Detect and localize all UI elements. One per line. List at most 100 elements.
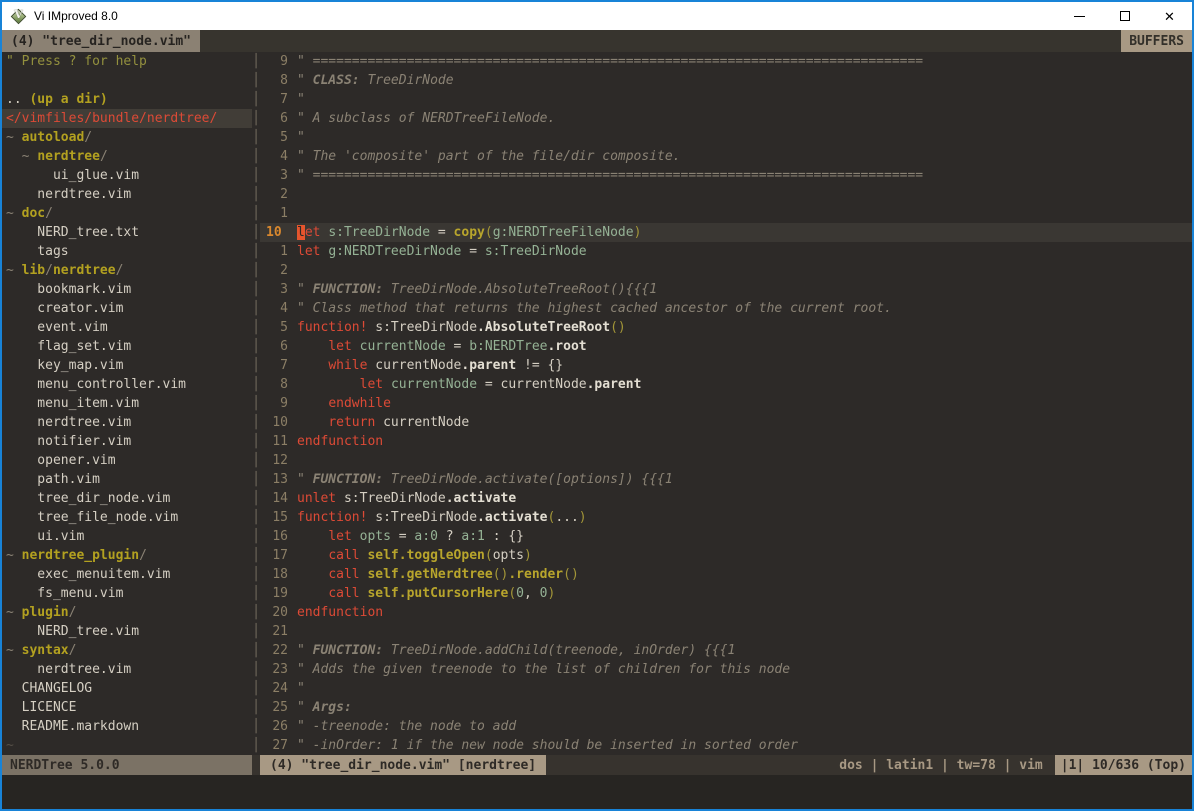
split-bar-glyph: │ [252, 679, 260, 698]
tree-item[interactable]: ui_glue.vim [2, 166, 252, 185]
tree-item[interactable]: menu_controller.vim [2, 375, 252, 394]
code-line[interactable]: 8 let currentNode = currentNode.parent [260, 375, 1192, 394]
tree-item[interactable]: ~ nerdtree_plugin/ [2, 546, 252, 565]
code-line-current[interactable]: 10let s:TreeDirNode = copy(g:NERDTreeFil… [260, 223, 1192, 242]
code-line[interactable]: 4" The 'composite' part of the file/dir … [260, 147, 1192, 166]
code-line[interactable]: 7" [260, 90, 1192, 109]
tree-item[interactable]: flag_set.vim [2, 337, 252, 356]
tree-item[interactable]: nerdtree.vim [2, 660, 252, 679]
code-line[interactable]: 17 call self.toggleOpen(opts) [260, 546, 1192, 565]
token: tree_file_node.vim [6, 510, 178, 525]
code-line[interactable]: 27" -inOrder: 1 if the new node should b… [260, 736, 1192, 755]
close-button[interactable]: ✕ [1147, 2, 1192, 30]
tree-item[interactable]: CHANGELOG [2, 679, 252, 698]
token: TreeDirNode.AbsoluteTreeRoot(){{{1 [383, 282, 657, 297]
code-line[interactable]: 2 [260, 185, 1192, 204]
code-line[interactable]: 20endfunction [260, 603, 1192, 622]
code-line[interactable]: 19 call self.putCursorHere(0, 0) [260, 584, 1192, 603]
token: a:0 [414, 529, 437, 544]
tree-item[interactable]: ~ lib/nerdtree/ [2, 261, 252, 280]
split-bar-glyph: │ [252, 641, 260, 660]
code-line[interactable]: 22" FUNCTION: TreeDirNode.addChild(treen… [260, 641, 1192, 660]
minimize-button[interactable] [1057, 2, 1102, 30]
token: while [328, 358, 367, 373]
tree-item[interactable]: nerdtree.vim [2, 185, 252, 204]
active-statusline: (4) "tree_dir_node.vim" [nerdtree] dos |… [260, 755, 1192, 775]
code-line[interactable]: 15function! s:TreeDirNode.activate(...) [260, 508, 1192, 527]
code-line[interactable]: 18 call self.getNerdtree().render() [260, 565, 1192, 584]
tree-blank-line: ~ [2, 736, 252, 755]
code-line[interactable]: 14unlet s:TreeDirNode.activate [260, 489, 1192, 508]
token [297, 548, 328, 563]
tree-item[interactable]: LICENCE [2, 698, 252, 717]
token: nerdtree.vim [6, 662, 131, 677]
tree-item[interactable]: tags [2, 242, 252, 261]
tree-item[interactable]: tree_file_node.vim [2, 508, 252, 527]
token: ( [485, 548, 493, 563]
tree-item[interactable]: event.vim [2, 318, 252, 337]
tree-item[interactable]: nerdtree.vim [2, 413, 252, 432]
token: .activate [446, 491, 516, 506]
code-line[interactable]: 3" FUNCTION: TreeDirNode.AbsoluteTreeRoo… [260, 280, 1192, 299]
tree-item[interactable]: path.vim [2, 470, 252, 489]
code-line[interactable]: 24" [260, 679, 1192, 698]
window-split-separator[interactable]: │││││││││││││││││││││││││││││││││││││ [252, 52, 260, 755]
tree-item[interactable]: NERD_tree.txt [2, 223, 252, 242]
code-line[interactable]: 5function! s:TreeDirNode.AbsoluteTreeRoo… [260, 318, 1192, 337]
tree-item[interactable]: key_map.vim [2, 356, 252, 375]
code-line[interactable]: 9 endwhile [260, 394, 1192, 413]
code-line[interactable]: 6 let currentNode = b:NERDTree.root [260, 337, 1192, 356]
code-line[interactable]: 6" A subclass of NERDTreeFileNode. [260, 109, 1192, 128]
code-line[interactable]: 2 [260, 261, 1192, 280]
token: " [297, 73, 313, 88]
code-line[interactable]: 4" Class method that returns the highest… [260, 299, 1192, 318]
token: " [297, 700, 313, 715]
line-number: 6 [264, 337, 288, 356]
code-line[interactable]: 1 [260, 204, 1192, 223]
tree-item[interactable]: tree_dir_node.vim [2, 489, 252, 508]
tree-item[interactable]: README.markdown [2, 717, 252, 736]
code-line[interactable]: 9" =====================================… [260, 52, 1192, 71]
token: " Press ? for help [6, 54, 147, 69]
code-line[interactable]: 3" =====================================… [260, 166, 1192, 185]
code-line[interactable]: 1let g:NERDTreeDirNode = s:TreeDirNode [260, 242, 1192, 261]
tree-item[interactable]: ui.vim [2, 527, 252, 546]
tree-item[interactable]: ~ nerdtree/ [2, 147, 252, 166]
command-line[interactable] [2, 775, 1192, 809]
code-line[interactable]: 11endfunction [260, 432, 1192, 451]
tree-item[interactable]: ~ autoload/ [2, 128, 252, 147]
token: nerdtree [53, 263, 116, 278]
code-pane: 9" =====================================… [260, 52, 1192, 755]
code-line[interactable]: 26" -treenode: the node to add [260, 717, 1192, 736]
tree-item[interactable]: " Press ? for help [2, 52, 252, 71]
token [297, 529, 328, 544]
tree-item[interactable]: opener.vim [2, 451, 252, 470]
code-line[interactable]: 7 while currentNode.parent != {} [260, 356, 1192, 375]
tree-item[interactable]: ~ doc/ [2, 204, 252, 223]
code-line[interactable]: 16 let opts = a:0 ? a:1 : {} [260, 527, 1192, 546]
code-line[interactable]: 12 [260, 451, 1192, 470]
cursor: l [297, 225, 305, 240]
tree-item[interactable]: ~ plugin/ [2, 603, 252, 622]
tree-item-selected[interactable]: </vimfiles/bundle/nerdtree/ [2, 109, 252, 128]
tree-item[interactable]: creator.vim [2, 299, 252, 318]
code-line[interactable]: 13" FUNCTION: TreeDirNode.activate([opti… [260, 470, 1192, 489]
maximize-button[interactable] [1102, 2, 1147, 30]
code-line[interactable]: 5" [260, 128, 1192, 147]
token: / [69, 643, 77, 658]
code-line[interactable]: 21 [260, 622, 1192, 641]
tree-item[interactable]: fs_menu.vim [2, 584, 252, 603]
tree-item[interactable]: ~ syntax/ [2, 641, 252, 660]
tree-item[interactable]: .. (up a dir) [2, 90, 252, 109]
code-line[interactable]: 23" Adds the given treenode to the list … [260, 660, 1192, 679]
tree-item[interactable]: menu_item.vim [2, 394, 252, 413]
tree-item[interactable]: exec_menuitem.vim [2, 565, 252, 584]
tree-item[interactable]: NERD_tree.vim [2, 622, 252, 641]
code-line[interactable]: 10 return currentNode [260, 413, 1192, 432]
tree-item[interactable]: notifier.vim [2, 432, 252, 451]
code-line[interactable]: 25" Args: [260, 698, 1192, 717]
token: ~ [6, 738, 14, 753]
tree-item[interactable]: bookmark.vim [2, 280, 252, 299]
tab-tree-dir-node[interactable]: (4) "tree_dir_node.vim" [2, 30, 200, 52]
code-line[interactable]: 8" CLASS: TreeDirNode [260, 71, 1192, 90]
